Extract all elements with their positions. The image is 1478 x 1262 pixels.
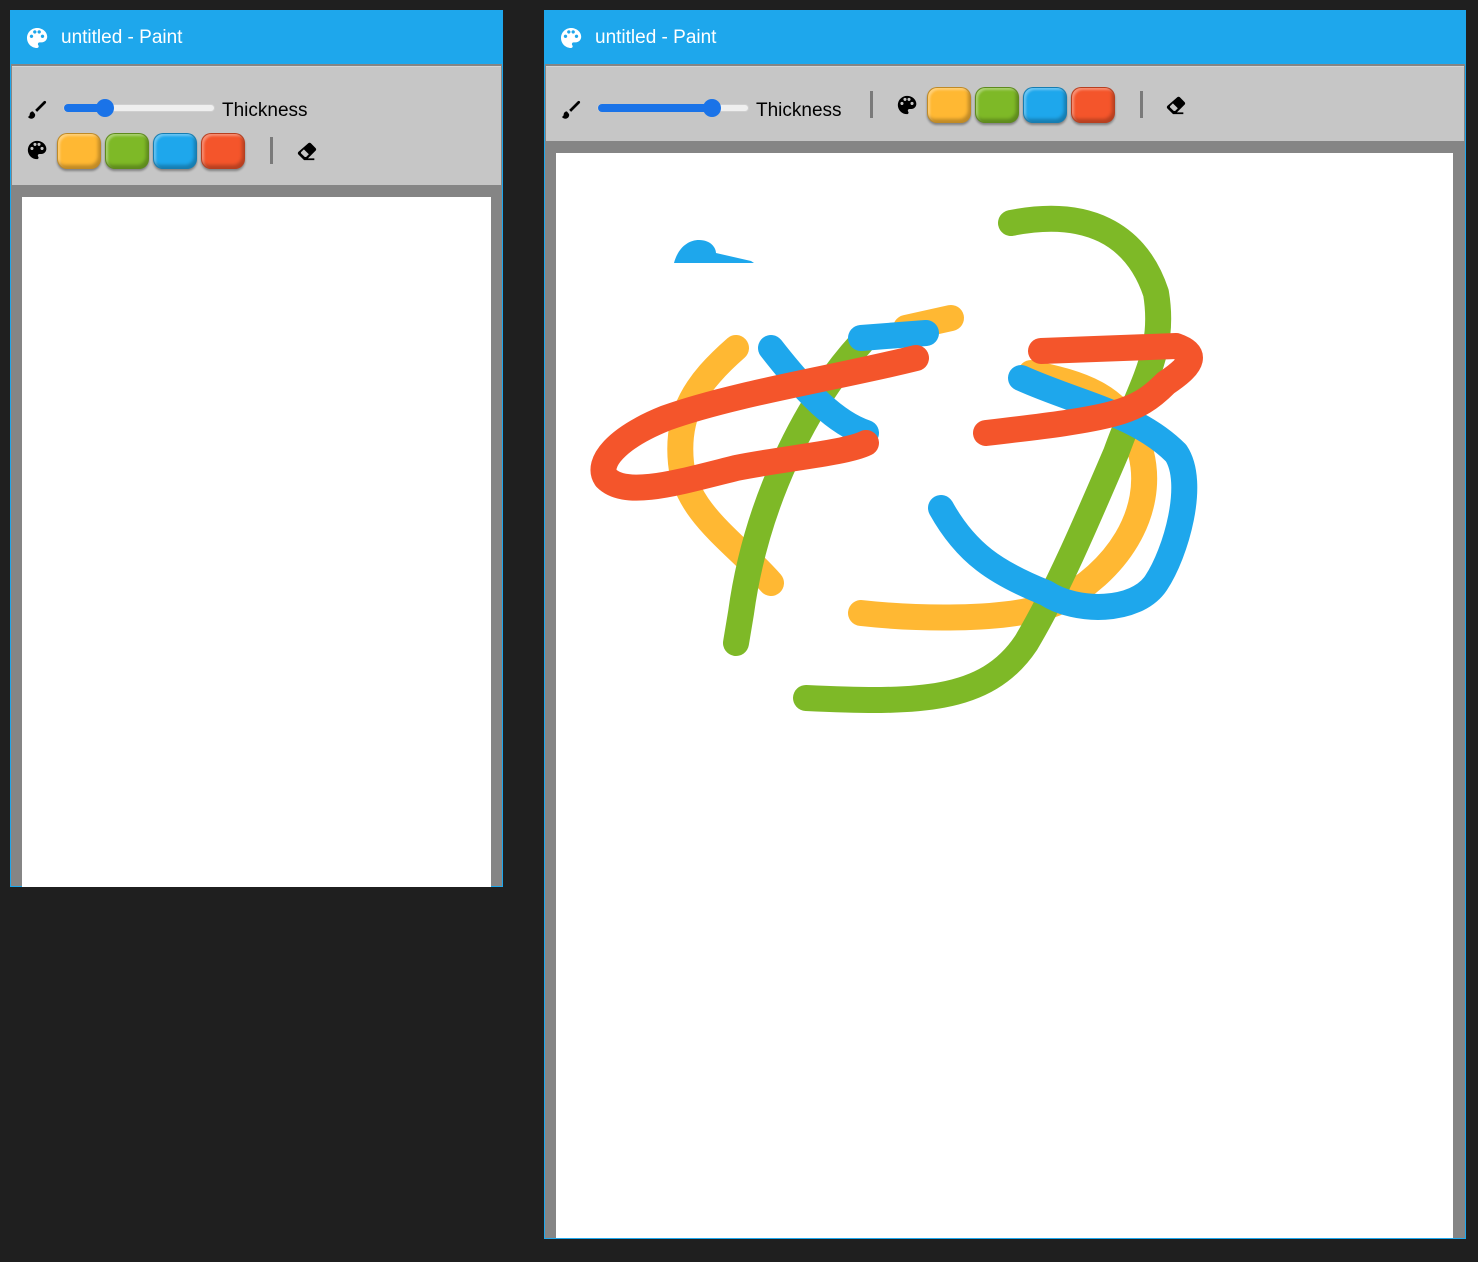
window-title: untitled - Paint xyxy=(595,26,717,48)
drawing-canvas[interactable] xyxy=(556,153,1453,1238)
toolbar: Thickness xyxy=(12,66,501,185)
palette-icon xyxy=(896,94,918,116)
toolbar-divider xyxy=(1140,91,1143,118)
swatch-yellow[interactable] xyxy=(57,133,101,169)
palette-icon xyxy=(27,27,48,48)
color-palette xyxy=(57,133,249,169)
brush-icon[interactable] xyxy=(560,99,582,121)
thickness-slider[interactable] xyxy=(63,99,215,117)
swatch-blue[interactable] xyxy=(153,133,197,169)
swatch-yellow[interactable] xyxy=(927,87,971,123)
blue-stroke xyxy=(848,320,939,351)
toolbar-divider xyxy=(270,137,273,164)
window-title: untitled - Paint xyxy=(61,26,183,48)
swatch-green[interactable] xyxy=(975,87,1019,123)
swatch-red[interactable] xyxy=(1071,87,1115,123)
blue-blob xyxy=(674,240,754,263)
thickness-label: Thickness xyxy=(756,100,842,121)
thickness-slider[interactable] xyxy=(597,99,749,117)
toolbar-divider xyxy=(870,91,873,118)
toolbar: Thickness xyxy=(546,66,1464,141)
canvas-drawing xyxy=(590,205,1203,713)
swatch-green[interactable] xyxy=(105,133,149,169)
swatch-red[interactable] xyxy=(201,133,245,169)
paint-window-left: untitled - Paint Thickness xyxy=(10,10,503,887)
title-bar[interactable]: untitled - Paint xyxy=(545,11,1465,64)
swatch-blue[interactable] xyxy=(1023,87,1067,123)
brush-icon[interactable] xyxy=(26,99,48,121)
slider-knob[interactable] xyxy=(703,99,721,117)
slider-knob[interactable] xyxy=(95,99,114,117)
title-bar[interactable]: untitled - Paint xyxy=(11,11,502,64)
drawing-canvas[interactable] xyxy=(22,197,491,887)
palette-icon xyxy=(561,27,582,48)
thickness-label: Thickness xyxy=(222,100,308,121)
eraser-icon[interactable] xyxy=(1165,94,1187,116)
palette-icon xyxy=(26,139,48,161)
paint-window-right: untitled - Paint Thickness xyxy=(544,10,1466,1239)
eraser-icon[interactable] xyxy=(296,140,318,162)
color-palette xyxy=(927,87,1119,123)
